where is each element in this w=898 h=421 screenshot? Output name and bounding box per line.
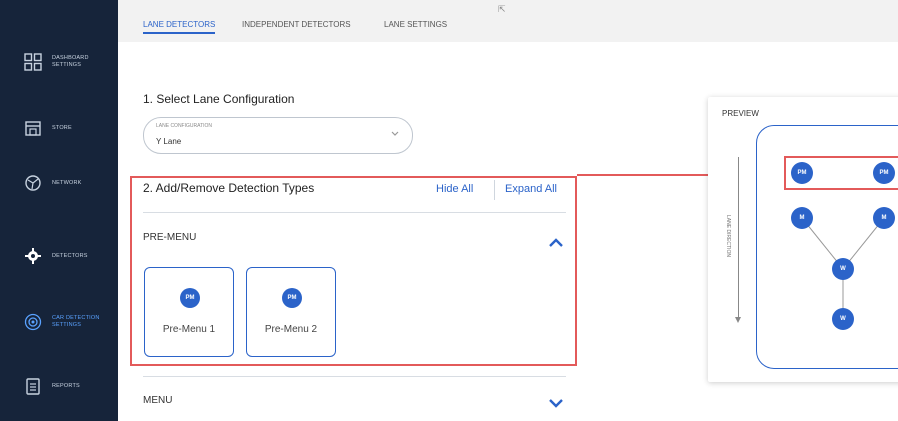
network-icon	[25, 175, 41, 191]
lane-node-m: M	[791, 207, 813, 229]
sidebar-item-label: STORE	[52, 124, 72, 131]
sidebar-item-store[interactable]: STORE	[0, 108, 118, 148]
chevron-down-icon[interactable]	[548, 398, 564, 408]
menu-group-label: MENU	[143, 395, 173, 406]
tab-lane-settings[interactable]: LANE SETTINGS	[384, 20, 447, 29]
store-icon	[25, 121, 41, 136]
lane-node-w: W	[832, 308, 854, 330]
preview-highlight-box	[784, 156, 898, 190]
tab-bar: LANE DETECTORS INDEPENDENT DETECTORS LAN…	[118, 0, 898, 42]
preview-panel: PREVIEW LANE DIRECTION PM PM M M W W	[708, 97, 898, 382]
sidebar-item-label: REPORTS	[52, 382, 80, 389]
lane-configuration-select[interactable]: LANE CONFIGURATION Y Lane	[143, 117, 413, 154]
highlight-box	[130, 176, 577, 366]
cursor-icon: ⇱	[498, 4, 506, 14]
sidebar-item-car-detection-settings[interactable]: CAR DETECTION SETTINGS	[0, 302, 118, 342]
tab-lane-detectors[interactable]: LANE DETECTORS	[143, 20, 216, 34]
section-1-title: 1. Select Lane Configuration	[143, 92, 295, 106]
chevron-down-icon	[391, 131, 399, 136]
sidebar-item-label: DASHBOARD SETTINGS	[52, 55, 89, 68]
select-value: Y Lane	[156, 137, 182, 146]
sidebar-item-label: DETECTORS	[52, 252, 88, 259]
dashboard-grid-icon	[24, 53, 42, 71]
select-caption: LANE CONFIGURATION	[156, 123, 213, 129]
sidebar-item-network[interactable]: NETWORK	[0, 163, 118, 203]
sidebar-item-detectors[interactable]: DETECTORS	[0, 236, 118, 276]
sidebar-item-dashboard-settings[interactable]: DASHBOARD SETTINGS	[0, 42, 118, 82]
lane-node-w: W	[832, 258, 854, 280]
sidebar-item-reports[interactable]: REPORTS	[0, 366, 118, 406]
lane-node-m: M	[873, 207, 895, 229]
divider	[143, 376, 566, 377]
sidebar-item-label: CAR DETECTION SETTINGS	[52, 315, 100, 328]
lane-connections	[801, 217, 885, 319]
gear-icon	[25, 248, 41, 264]
tab-independent-detectors[interactable]: INDEPENDENT DETECTORS	[242, 20, 351, 29]
sidebar-item-label: NETWORK	[52, 179, 82, 186]
sidebar: DASHBOARD SETTINGS STORE NETWORK DETECTO…	[0, 0, 118, 421]
reports-icon	[26, 378, 40, 395]
car-detection-icon	[24, 313, 42, 331]
